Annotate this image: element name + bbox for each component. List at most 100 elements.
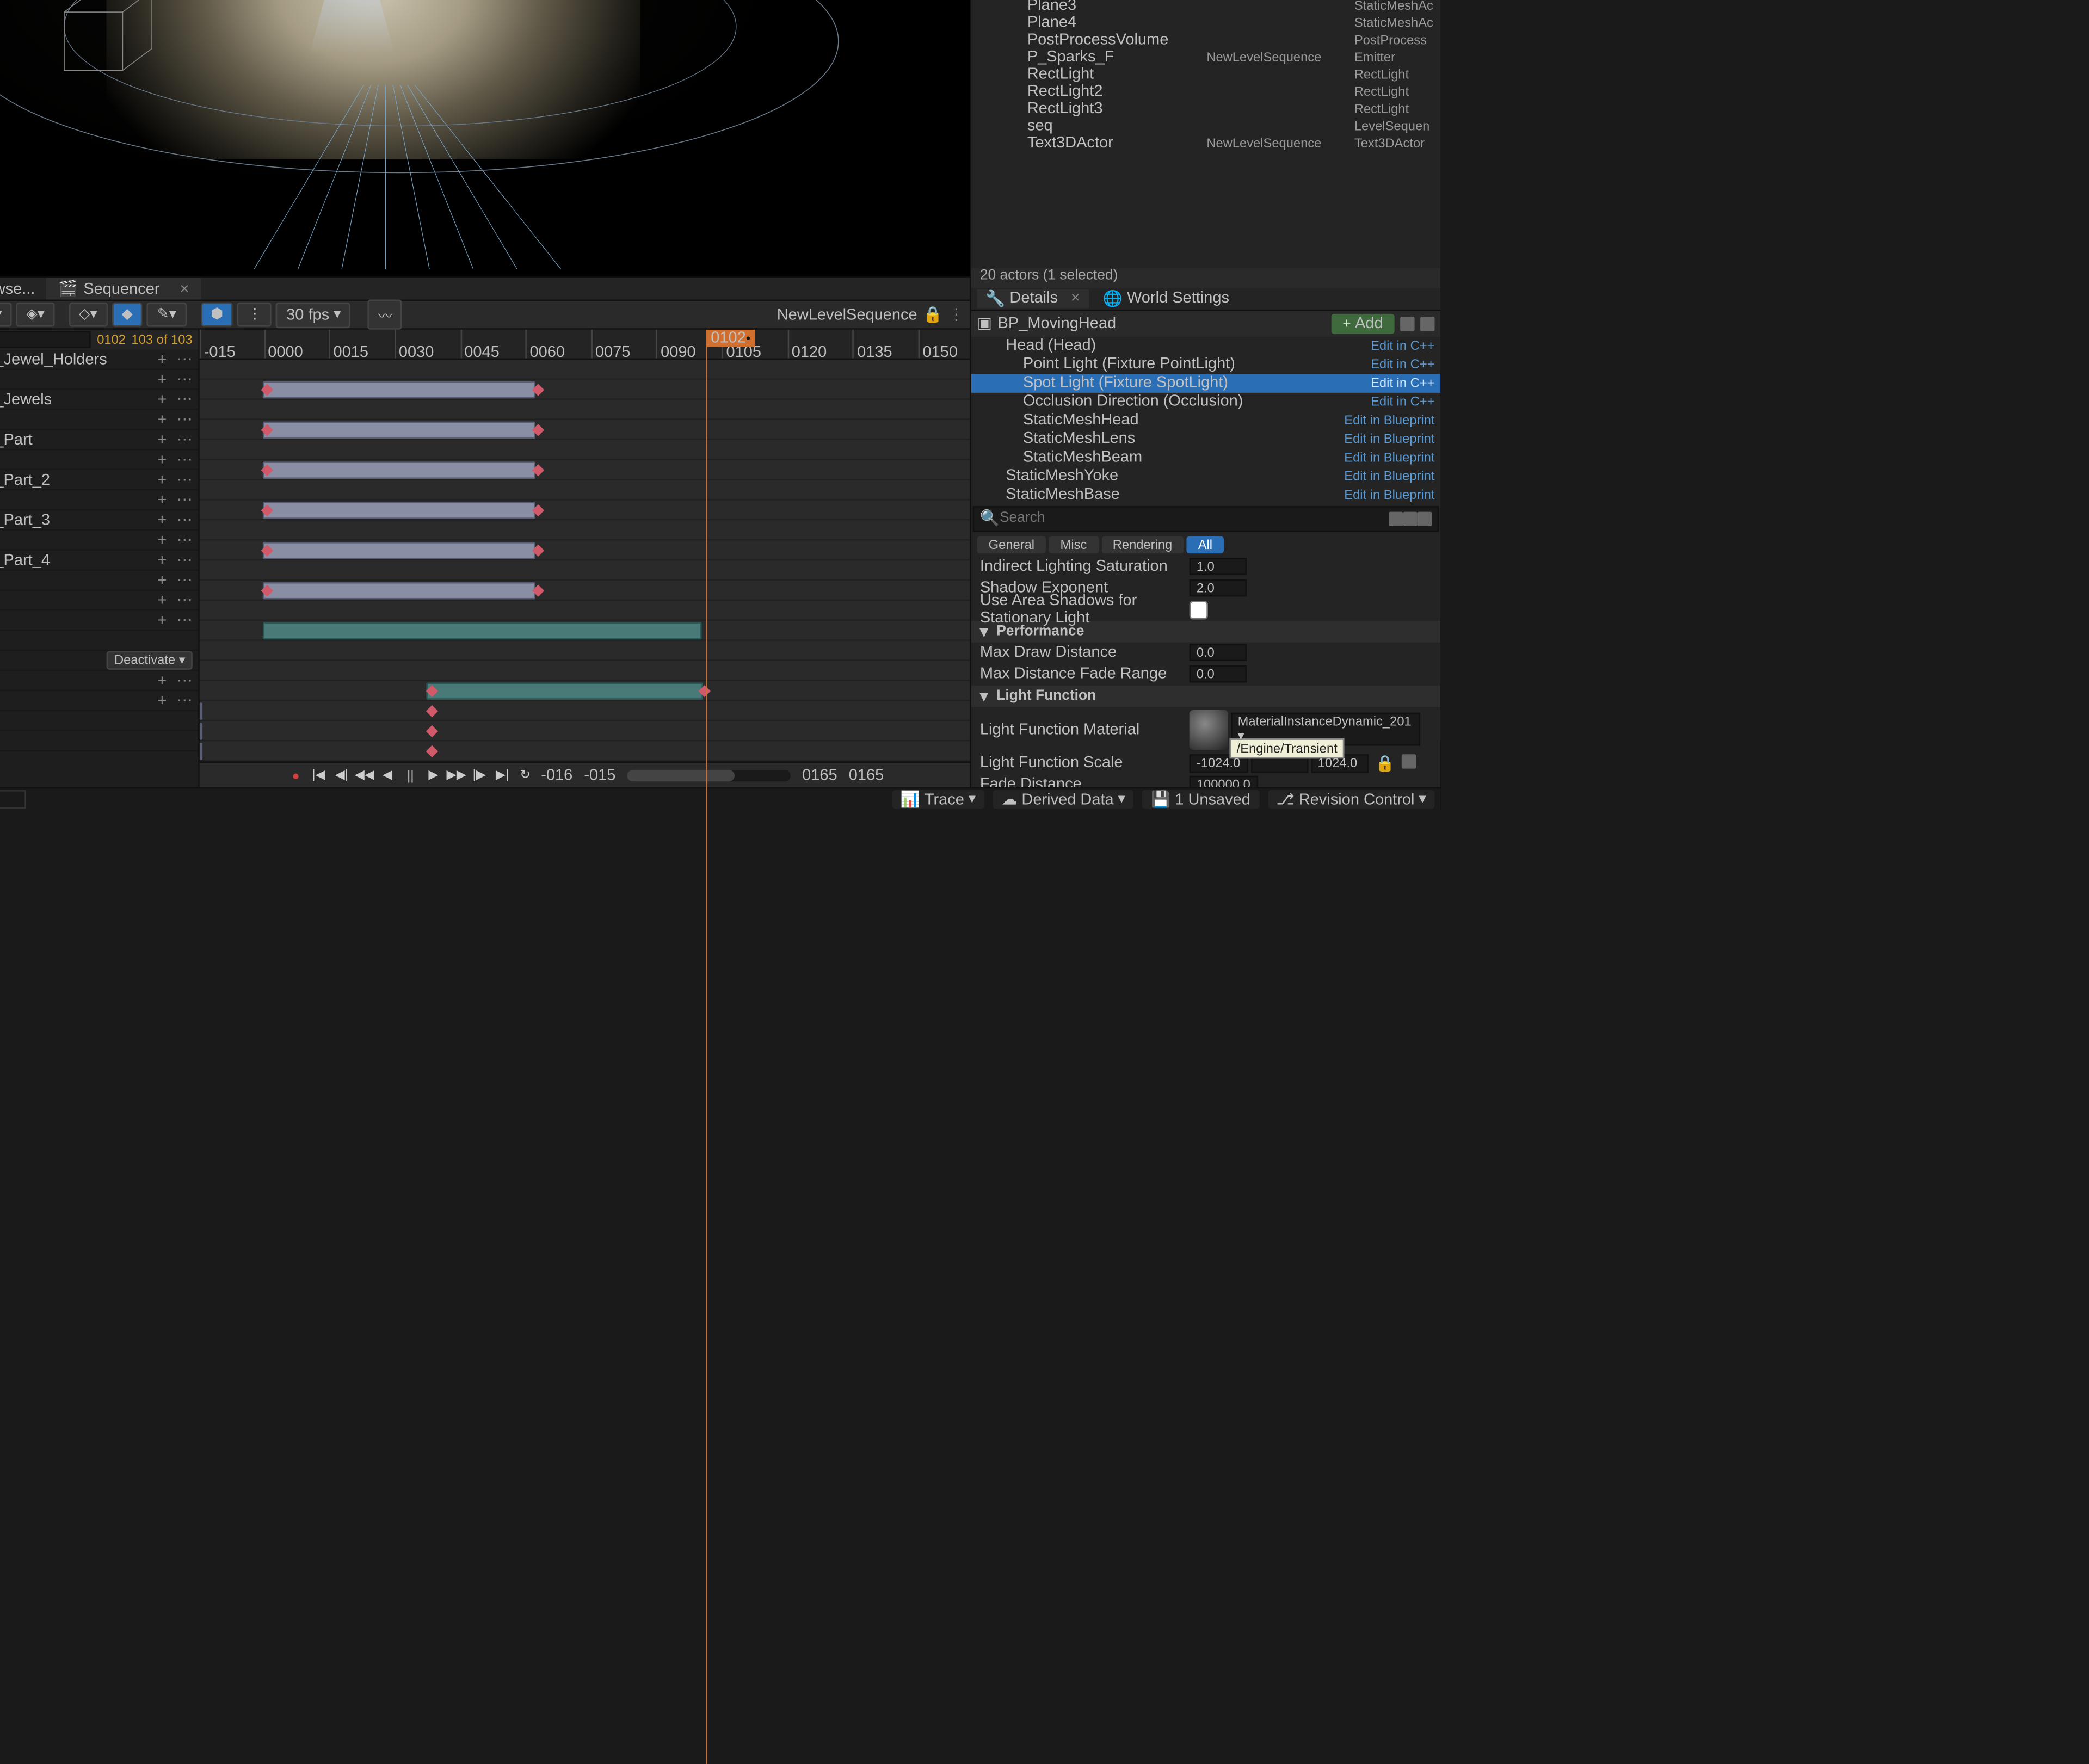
lock-icon[interactable]: 🔒 bbox=[923, 305, 942, 324]
edit-link[interactable]: Edit in C++ bbox=[1371, 357, 1434, 371]
record-icon[interactable]: ● bbox=[286, 765, 306, 785]
track-row[interactable]: Location bbox=[0, 711, 198, 731]
track-options-icon[interactable]: ⋯ bbox=[177, 450, 193, 468]
timeline-lane[interactable] bbox=[200, 601, 970, 621]
timeline-lane[interactable] bbox=[200, 561, 970, 581]
goto-start-icon[interactable]: |◀ bbox=[309, 765, 329, 785]
unsaved-button[interactable]: 💾1 Unsaved bbox=[1142, 790, 1259, 809]
edit-link[interactable]: Edit in Blueprint bbox=[1344, 431, 1434, 446]
revision-control-dropdown[interactable]: ⎇Revision Control ▾ bbox=[1268, 790, 1435, 809]
outliner-row[interactable]: Plane3StaticMeshAc bbox=[971, 0, 1440, 14]
seq-autokey-dropdown[interactable]: ◇▾ bbox=[69, 303, 107, 327]
add-key-icon[interactable]: + bbox=[157, 431, 167, 448]
add-component-button[interactable]: + Add bbox=[1331, 313, 1395, 334]
step-back-icon[interactable]: ◀| bbox=[331, 765, 352, 785]
number-input[interactable]: 1.0 bbox=[1190, 558, 1247, 575]
details-search[interactable] bbox=[1000, 510, 1389, 526]
playhead-flag[interactable]: 0102• bbox=[706, 330, 755, 347]
track-options-icon[interactable]: ⋯ bbox=[177, 390, 193, 409]
reset-icon[interactable] bbox=[1402, 754, 1416, 768]
timeline-lane[interactable] bbox=[200, 702, 970, 722]
component-row[interactable]: Spot Light (Fixture SpotLight)Edit in C+… bbox=[971, 373, 1440, 392]
number-input[interactable]: 0.0 bbox=[1190, 665, 1247, 683]
add-key-icon[interactable]: + bbox=[157, 672, 167, 689]
clip[interactable] bbox=[263, 542, 535, 560]
viewport-3d[interactable]: ≡ 👁Perspective ●Lit Show ▣ ✥ ⟲ ⤢ 🌐 ▦ 10 … bbox=[0, 0, 970, 276]
keyframe[interactable] bbox=[426, 746, 438, 758]
filter-all[interactable]: All bbox=[1187, 535, 1224, 553]
timeline-lane[interactable] bbox=[200, 662, 970, 682]
timeline-lane[interactable] bbox=[200, 441, 970, 461]
add-key-icon[interactable]: + bbox=[157, 391, 167, 408]
track-row[interactable]: ▸ Champion_Belt_blender_base_Central_Par… bbox=[0, 430, 198, 450]
content-browser-tab-2[interactable]: 📁Content Browse... bbox=[0, 278, 47, 300]
add-key-icon[interactable]: + bbox=[157, 451, 167, 468]
outliner-row[interactable]: Plane4StaticMeshAc bbox=[971, 14, 1440, 32]
derived-data-dropdown[interactable]: ☁Derived Data ▾ bbox=[993, 790, 1134, 809]
clip[interactable] bbox=[263, 502, 535, 520]
component-row[interactable]: StaticMeshYokeEdit in Blueprint bbox=[971, 467, 1440, 485]
clip[interactable] bbox=[263, 583, 535, 600]
track-row[interactable]: Transform+⋯ bbox=[0, 410, 198, 430]
add-key-icon[interactable]: + bbox=[157, 411, 167, 428]
gear-icon[interactable] bbox=[1418, 511, 1432, 525]
play-icon[interactable]: ▶ bbox=[423, 765, 443, 785]
component-row[interactable]: Occlusion Direction (Occlusion)Edit in C… bbox=[971, 392, 1440, 411]
track-row[interactable]: Scale bbox=[0, 751, 198, 767]
edit-link[interactable]: Edit in Blueprint bbox=[1344, 469, 1434, 483]
track-row[interactable]: FX System bbox=[0, 631, 198, 651]
range-start[interactable]: -016 bbox=[541, 767, 572, 784]
keyframe[interactable] bbox=[426, 726, 438, 738]
outliner-row[interactable]: seqLevelSequen bbox=[971, 118, 1440, 135]
prev-key-icon[interactable]: ◀◀ bbox=[355, 765, 375, 785]
track-options-icon[interactable]: ⋯ bbox=[177, 591, 193, 609]
outliner-row[interactable]: RectLightRectLight bbox=[971, 66, 1440, 83]
seq-snap-opts[interactable]: ⋮ bbox=[238, 303, 272, 327]
seq-snap-icon[interactable]: ⬢ bbox=[201, 303, 233, 327]
seq-playback-dropdown[interactable]: 👁▾ bbox=[0, 303, 12, 327]
edit-link[interactable]: Edit in Blueprint bbox=[1344, 413, 1434, 427]
timeline-lane[interactable] bbox=[200, 722, 970, 742]
track-options-icon[interactable]: ⋯ bbox=[177, 410, 193, 428]
filter-general[interactable]: General bbox=[977, 535, 1046, 553]
timeline-lane[interactable] bbox=[200, 421, 970, 441]
timeline-lane[interactable] bbox=[200, 682, 970, 702]
edit-link[interactable]: Edit in C++ bbox=[1371, 375, 1434, 390]
edit-link[interactable]: Edit in Blueprint bbox=[1344, 488, 1434, 502]
edit-link[interactable]: Edit in Blueprint bbox=[1344, 450, 1434, 464]
frame-start[interactable]: 0102 bbox=[97, 332, 126, 347]
timeline-scrollbar[interactable] bbox=[627, 769, 791, 781]
outliner-row[interactable]: P_Sparks_FNewLevelSequenceEmitter bbox=[971, 48, 1440, 66]
track-row[interactable]: Transform+⋯ bbox=[0, 571, 198, 591]
component-row[interactable]: StaticMeshBaseEdit in Blueprint bbox=[971, 485, 1440, 504]
add-key-icon[interactable]: + bbox=[157, 551, 167, 569]
track-options-icon[interactable]: ⋯ bbox=[177, 370, 193, 388]
component-row[interactable]: Point Light (Fixture PointLight)Edit in … bbox=[971, 355, 1440, 373]
track-row[interactable]: Transform+⋯ bbox=[0, 450, 198, 470]
track-row[interactable]: ▸ Champion_Belt_blender_base_Central_Jew… bbox=[0, 390, 198, 410]
keyframe[interactable] bbox=[426, 706, 438, 718]
component-row[interactable]: StaticMeshLensEdit in Blueprint bbox=[971, 429, 1440, 448]
clip[interactable] bbox=[263, 382, 535, 399]
track-options-icon[interactable]: ⋯ bbox=[177, 350, 193, 368]
track-row[interactable]: Rotation bbox=[0, 731, 198, 751]
timeline-lane[interactable] bbox=[200, 621, 970, 642]
step-fwd-icon[interactable]: |▶ bbox=[469, 765, 489, 785]
track-options-icon[interactable]: ⋯ bbox=[177, 490, 193, 509]
timeline-lane[interactable] bbox=[200, 521, 970, 541]
timeline-lane[interactable] bbox=[200, 581, 970, 601]
timeline-lane[interactable] bbox=[200, 541, 970, 562]
trace-dropdown[interactable]: 📊Trace ▾ bbox=[892, 790, 984, 809]
outliner-row[interactable]: RectLight2RectLight bbox=[971, 83, 1440, 100]
track-row[interactable]: ▸ Champion_Belt_blender_base_Central_Par… bbox=[0, 470, 198, 490]
timeline-lane[interactable] bbox=[200, 642, 970, 662]
lock-icon[interactable]: 🔒 bbox=[1375, 754, 1395, 772]
loop-icon[interactable]: ↻ bbox=[515, 765, 535, 785]
track-row[interactable]: ▸ P_Sparks_F+⋯ bbox=[0, 591, 198, 611]
track-row[interactable]: Transform+⋯ bbox=[0, 370, 198, 390]
range-end[interactable]: 0165 bbox=[849, 767, 884, 784]
track-options-icon[interactable]: ⋯ bbox=[177, 691, 193, 710]
seq-edit-dropdown[interactable]: ✎▾ bbox=[147, 303, 186, 327]
track-options-icon[interactable]: ⋯ bbox=[177, 611, 193, 630]
clip[interactable] bbox=[263, 623, 702, 640]
